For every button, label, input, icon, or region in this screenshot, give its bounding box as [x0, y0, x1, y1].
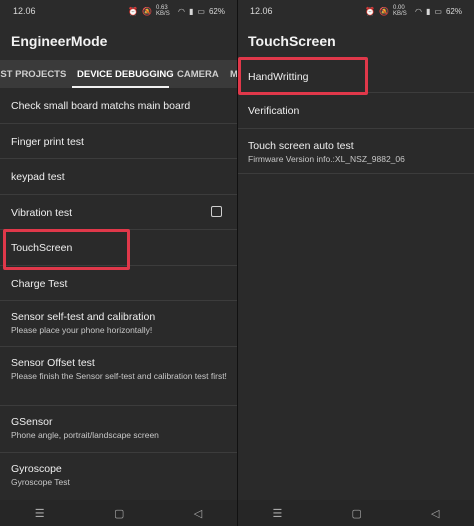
signal-icon: ▮ [189, 6, 194, 16]
list-item-keypad[interactable]: keypad test [0, 159, 237, 195]
app-title: TouchScreen [238, 22, 474, 60]
touchscreen-list: HandWritting Verification Touch screen a… [238, 60, 474, 174]
tab-camera[interactable]: CAMERA [177, 69, 219, 80]
menu-icon[interactable]: ☰ [273, 507, 283, 520]
list-item-sensor-offset[interactable]: Sensor Offset test Please finish the Sen… [0, 347, 237, 406]
alarm-icon: ⏰ [128, 6, 139, 16]
item-title: Verification [248, 105, 300, 117]
mute-icon: 🔕 [142, 6, 153, 16]
home-icon[interactable]: ▢ [351, 507, 361, 520]
tab-test-projects[interactable]: EST PROJECTS [0, 69, 66, 80]
menu-icon[interactable]: ☰ [35, 507, 45, 520]
battery-level: 62% [208, 6, 225, 16]
battery-level: 62% [445, 6, 462, 16]
status-bar: 12.06 ⏰ 🔕 0.00 KB/S ◠ ▮ ▭ 62% [238, 0, 474, 22]
item-title: Sensor Offset test [11, 357, 95, 369]
mute-icon: 🔕 [379, 6, 390, 16]
vibration-checkbox[interactable] [211, 206, 222, 217]
status-icons: ⏰ 🔕 0.00 KB/S ◠ ▮ ▭ 62% [365, 5, 462, 17]
nav-bar: ☰ ▢ ◁ [238, 500, 474, 526]
left-screen: 12.06 ⏰ 🔕 0.63 KB/S ◠ ▮ ▭ 62% EngineerMo… [0, 0, 237, 526]
status-time: 12.06 [13, 6, 36, 16]
list-item-sensor-calibration[interactable]: Sensor self-test and calibration Please … [0, 301, 237, 347]
battery-icon: ▭ [434, 6, 442, 16]
status-time: 12.06 [250, 6, 273, 16]
list-item-charge[interactable]: Charge Test [0, 266, 237, 301]
list-item-touch-auto-test[interactable]: Touch screen auto test Firmware Version … [238, 129, 474, 174]
status-bar: 12.06 ⏰ 🔕 0.63 KB/S ◠ ▮ ▭ 62% [0, 0, 237, 22]
item-title: HandWritting [248, 71, 309, 83]
list-item-check-board[interactable]: Check small board matchs main board [0, 88, 237, 124]
item-subtitle: Gyroscope Test [11, 477, 70, 487]
tab-more[interactable]: M [230, 69, 237, 80]
alarm-icon: ⏰ [365, 6, 376, 16]
debug-list: Check small board matchs main board Fing… [0, 88, 237, 500]
item-subtitle: Please place your phone horizontally! [11, 325, 153, 335]
list-item-gsensor[interactable]: GSensor Phone angle, portrait/landscape … [0, 406, 237, 453]
item-title: Finger print test [11, 136, 84, 148]
network-speed: 0.63 KB/S [156, 5, 170, 17]
list-item-fingerprint[interactable]: Finger print test [0, 124, 237, 159]
list-item-touchscreen[interactable]: TouchScreen [0, 230, 237, 266]
home-icon[interactable]: ▢ [114, 507, 124, 520]
battery-icon: ▭ [197, 6, 205, 16]
item-title: GSensor [11, 416, 53, 428]
item-title: Vibration test [11, 207, 73, 219]
tab-device-debugging[interactable]: DEVICE DEBUGGING [77, 69, 174, 80]
network-speed: 0.00 KB/S [393, 5, 407, 17]
list-item-gyroscope[interactable]: Gyroscope Gyroscope Test [0, 453, 237, 499]
tab-bar: EST PROJECTS DEVICE DEBUGGING CAMERA M [0, 60, 237, 88]
signal-icon: ▮ [426, 6, 431, 16]
right-screen: 12.06 ⏰ 🔕 0.00 KB/S ◠ ▮ ▭ 62% TouchScree… [238, 0, 474, 526]
list-item-verification[interactable]: Verification [238, 93, 474, 129]
wifi-icon: ◠ [178, 6, 186, 16]
item-subtitle: Please finish the Sensor self-test and c… [11, 371, 227, 381]
item-title: TouchScreen [11, 242, 73, 254]
app-title: EngineerMode [0, 22, 237, 60]
item-title: Sensor self-test and calibration [11, 311, 156, 323]
item-title: Charge Test [11, 278, 68, 290]
back-icon[interactable]: ◁ [431, 507, 439, 520]
nav-bar: ☰ ▢ ◁ [0, 500, 237, 526]
status-icons: ⏰ 🔕 0.63 KB/S ◠ ▮ ▭ 62% [128, 5, 225, 17]
item-title: keypad test [11, 171, 65, 183]
back-icon[interactable]: ◁ [194, 507, 202, 520]
list-item-vibration[interactable]: Vibration test [0, 195, 237, 230]
item-subtitle: Phone angle, portrait/landscape screen [11, 430, 159, 440]
item-title: Gyroscope [11, 463, 62, 475]
list-item-handwriting[interactable]: HandWritting [238, 60, 474, 93]
item-title: Check small board matchs main board [11, 100, 191, 112]
item-title: Touch screen auto test [248, 140, 354, 152]
wifi-icon: ◠ [415, 6, 423, 16]
item-subtitle: Firmware Version info.:XL_NSZ_9882_06 [248, 154, 405, 164]
